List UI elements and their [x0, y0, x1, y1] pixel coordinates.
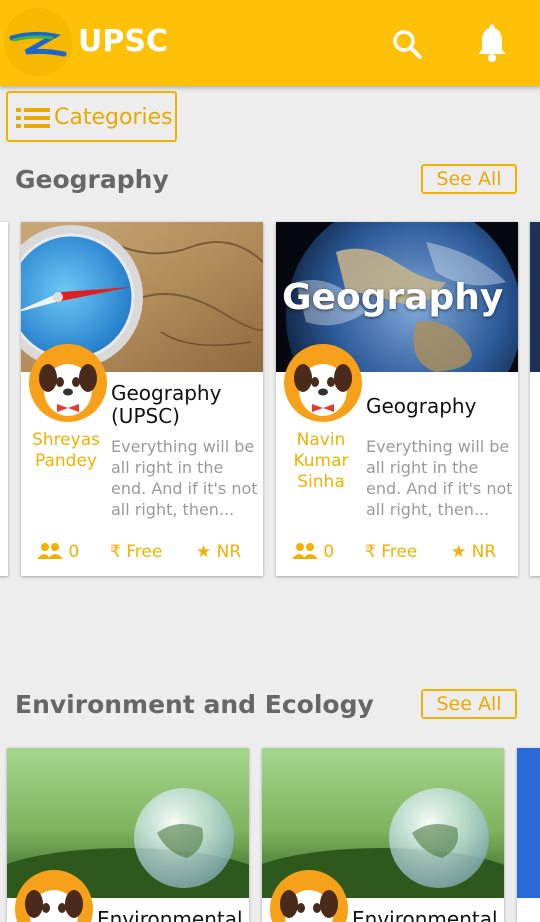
categories-label: Categories — [54, 105, 173, 130]
banner-text: Geography — [282, 277, 504, 318]
section-title-environment: Environment and Ecology — [15, 690, 374, 719]
rating-label: NR — [216, 542, 242, 562]
author-name: Shreyas Pandey — [32, 430, 100, 471]
price-stat: ₹ Free — [365, 542, 417, 562]
rating-stat: ★ NR — [451, 542, 496, 562]
course-title: Geography — [366, 394, 477, 418]
rating-stat: ★ NR — [196, 542, 241, 562]
members-count: 0 — [323, 542, 335, 562]
rating-label: NR — [471, 542, 497, 562]
partial-card-left[interactable] — [0, 222, 8, 576]
bell-icon[interactable] — [470, 22, 514, 66]
members-count: 0 — [68, 542, 80, 562]
author-avatar — [284, 344, 362, 422]
course-card[interactable]: Geography Geography Navin Kumar Sinha Ev… — [276, 222, 518, 576]
partial-card-right[interactable] — [517, 748, 540, 922]
star-icon: ★ — [196, 542, 212, 562]
price-stat: ₹ Free — [110, 542, 162, 562]
group-icon — [37, 543, 63, 559]
author-name: Navin Kumar Sinha — [293, 430, 349, 492]
course-description: Everything will be all right in the end.… — [111, 437, 258, 519]
list-icon — [16, 107, 50, 134]
group-icon — [292, 543, 318, 559]
star-icon: ★ — [451, 542, 467, 562]
see-all-geography-button[interactable]: See All — [421, 164, 517, 194]
rupee-icon: ₹ — [365, 542, 376, 562]
categories-button[interactable]: Categories — [6, 91, 177, 142]
section-title-geography: Geography — [15, 165, 169, 194]
z-logo-icon[interactable] — [4, 8, 72, 76]
author-avatar — [29, 344, 107, 422]
course-description: Everything will be all right in the end.… — [366, 437, 513, 519]
course-title: Environmental — [97, 907, 243, 922]
partial-card-right[interactable] — [530, 222, 540, 576]
members-stat: 0 — [37, 542, 79, 562]
see-all-environment-button[interactable]: See All — [421, 689, 517, 719]
course-card[interactable]: Geography (UPSC) Shreyas Pandey Everythi… — [21, 222, 263, 576]
app-title: UPSC — [78, 24, 168, 59]
course-title: Environmental — [352, 907, 498, 922]
app-bar: UPSC — [0, 0, 540, 86]
rupee-icon: ₹ — [110, 542, 121, 562]
members-stat: 0 — [292, 542, 334, 562]
search-icon[interactable] — [385, 22, 429, 66]
price-label: Free — [126, 542, 163, 562]
course-card[interactable]: Environmental — [262, 748, 504, 922]
course-title: Geography (UPSC) — [111, 381, 222, 428]
price-label: Free — [381, 542, 418, 562]
course-card[interactable]: Environmental — [7, 748, 249, 922]
